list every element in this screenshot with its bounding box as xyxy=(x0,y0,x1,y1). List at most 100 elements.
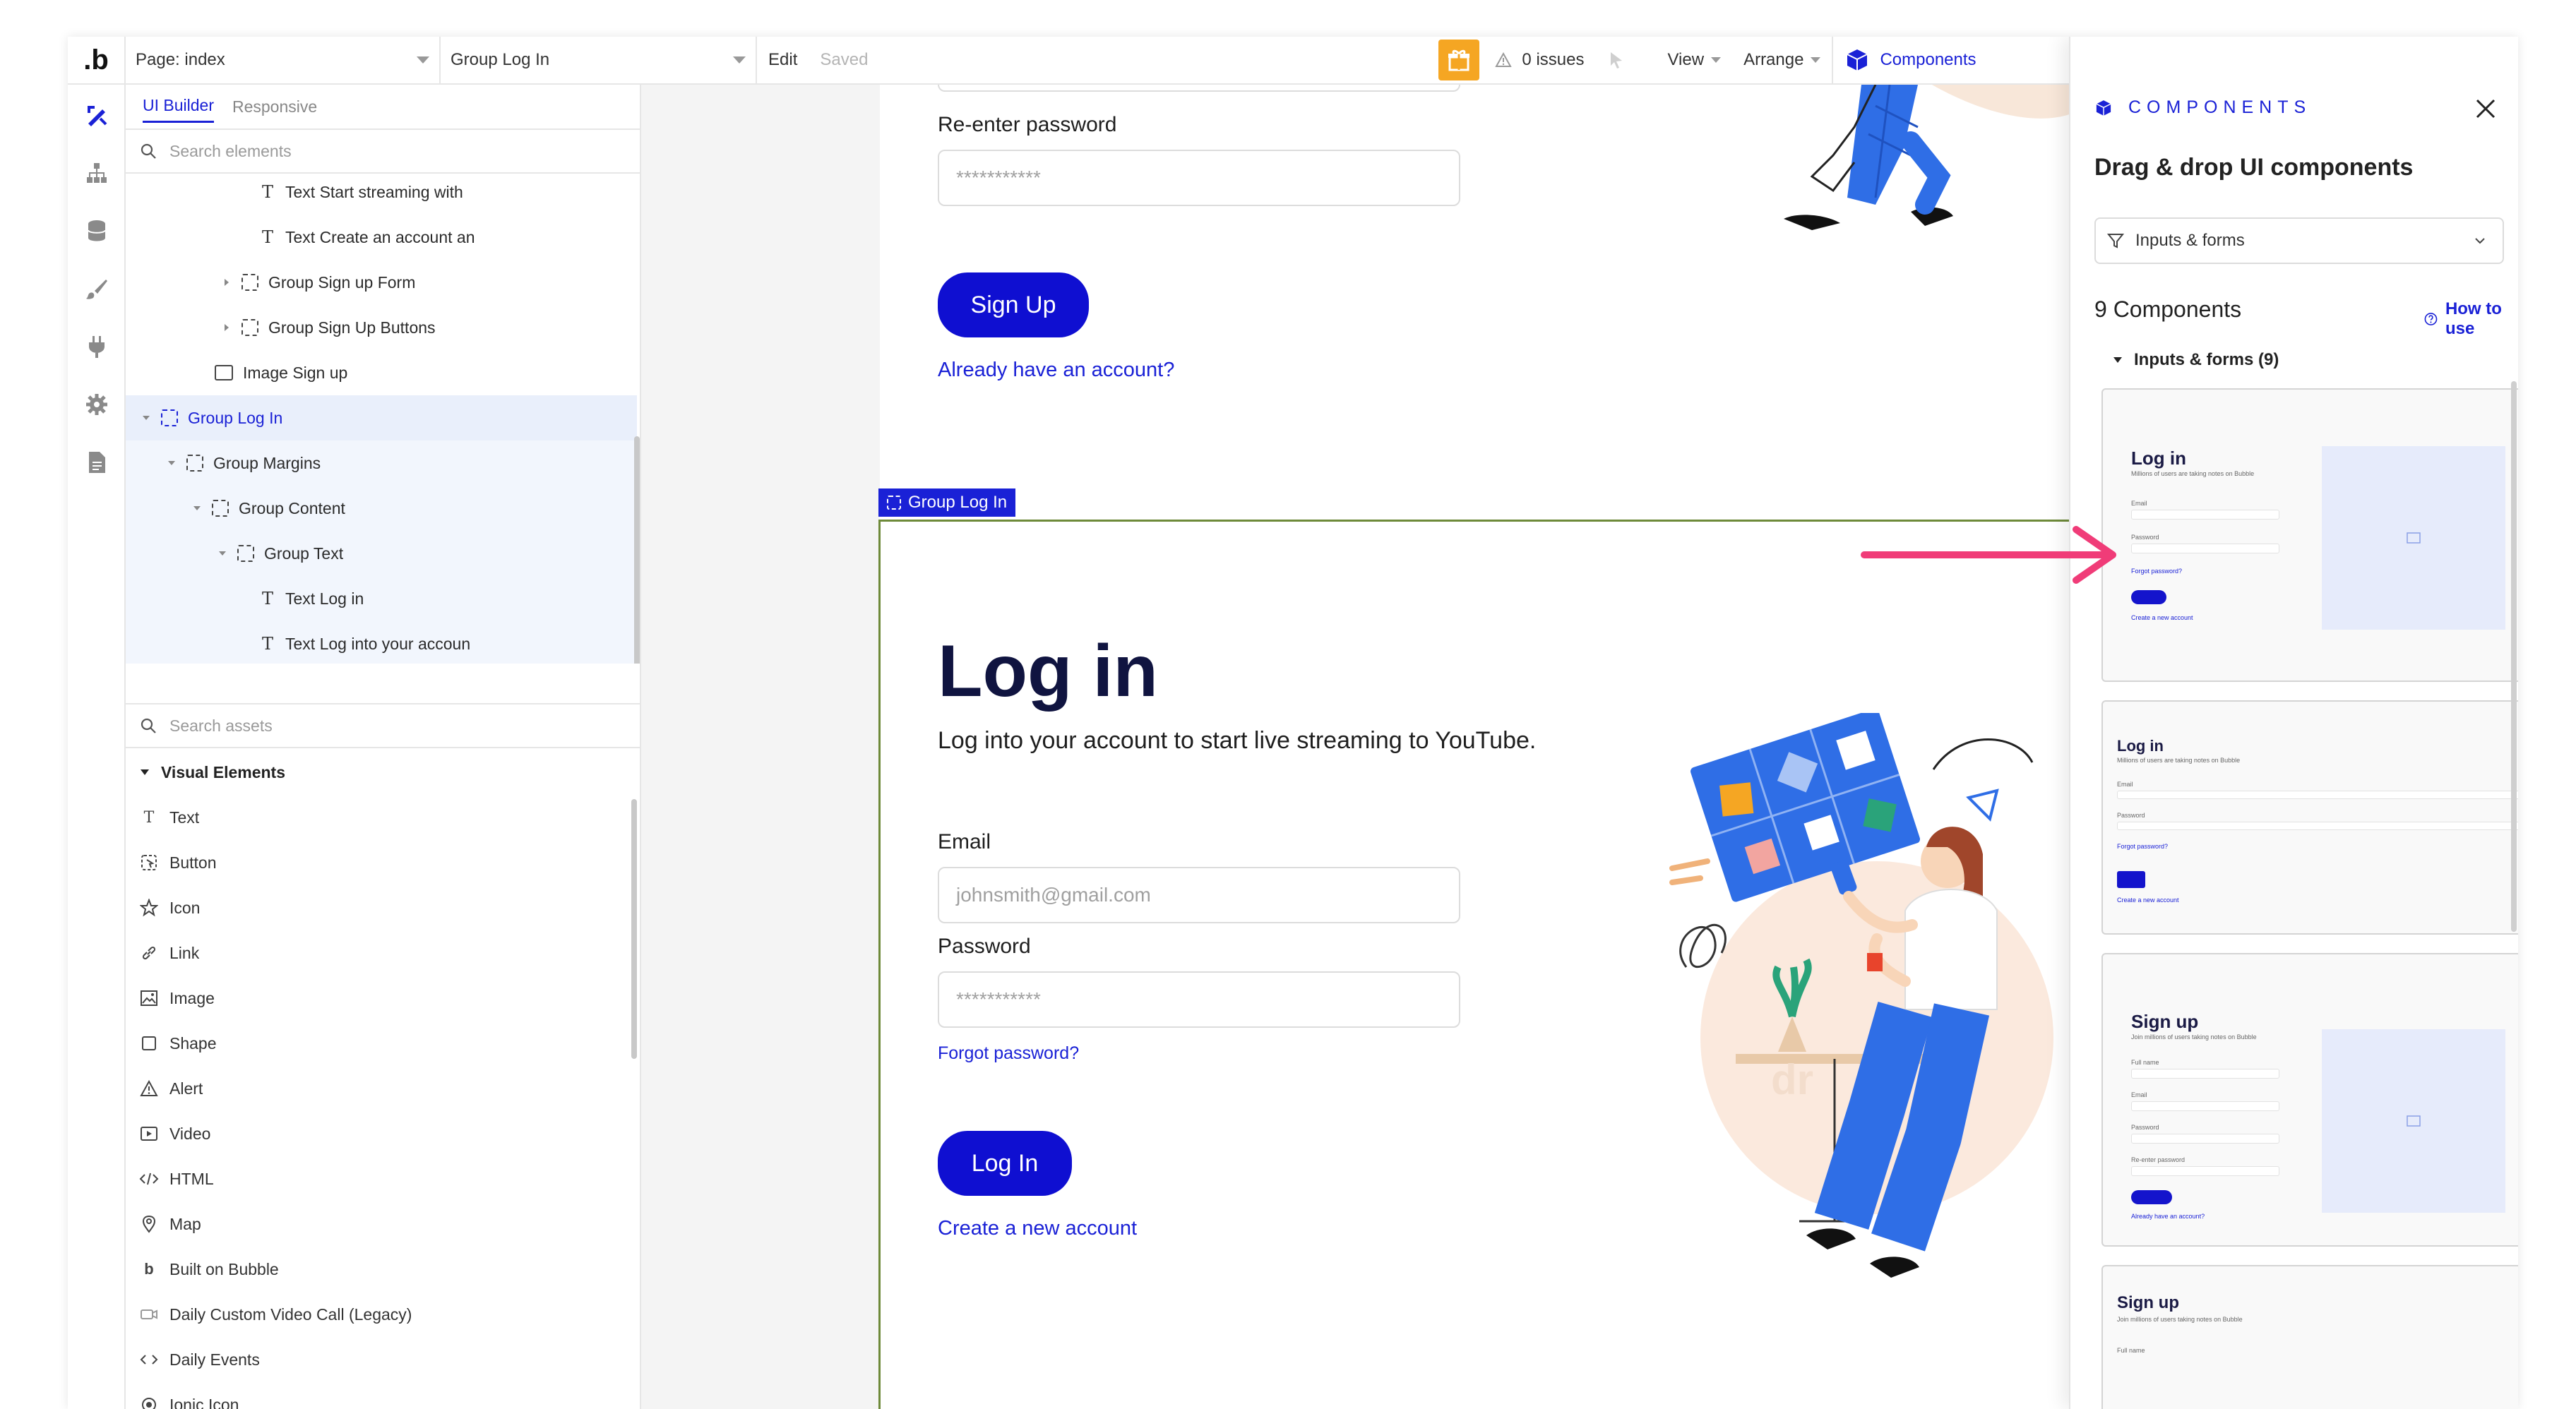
chevron-down-icon xyxy=(733,56,746,64)
reenter-password-input[interactable]: *********** xyxy=(938,150,1460,206)
password-input-edge[interactable] xyxy=(938,85,1460,92)
tab-responsive[interactable]: Responsive xyxy=(232,92,317,122)
component-card-login[interactable]: Log in Millions of users are taking note… xyxy=(2101,388,2518,682)
page-select[interactable]: Page: index xyxy=(126,37,441,84)
arrange-menu[interactable]: Arrange xyxy=(1732,37,1832,84)
ionic-icon xyxy=(138,1394,160,1409)
tree-item[interactable]: Group Margins xyxy=(126,440,637,486)
asset-video[interactable]: Video xyxy=(138,1120,210,1148)
cube-icon xyxy=(1847,49,1868,71)
search-assets[interactable]: Search assets xyxy=(126,703,640,748)
asset-image[interactable]: Image xyxy=(138,984,215,1012)
asset-text[interactable]: T Text xyxy=(138,803,200,832)
asset-ionic-icon[interactable]: Ionic Icon xyxy=(138,1391,239,1409)
chevron-down-icon[interactable] xyxy=(192,503,202,513)
asset-html[interactable]: HTML xyxy=(138,1165,214,1193)
tree-item[interactable]: Group Sign Up Buttons xyxy=(126,305,637,350)
issues-button[interactable]: 0 issues xyxy=(1479,37,1595,84)
how-to-use-link[interactable]: How to use xyxy=(2423,299,2518,339)
asset-label: Video xyxy=(169,1124,211,1143)
asset-label: Shape xyxy=(169,1033,217,1053)
card-input xyxy=(2117,791,2518,799)
tree-item[interactable]: T Text Log in xyxy=(126,576,637,621)
gift-icon[interactable] xyxy=(1438,40,1480,80)
editor-canvas[interactable]: Re-enter password *********** Sign Up Al… xyxy=(641,85,2069,1409)
database-icon[interactable] xyxy=(82,216,112,246)
asset-built-on-bubble[interactable]: b Built on Bubble xyxy=(138,1255,278,1283)
icon-rail xyxy=(68,85,126,1409)
tab-ui-builder[interactable]: UI Builder xyxy=(143,90,214,123)
forgot-password-link[interactable]: Forgot password? xyxy=(938,1043,1079,1064)
tree-item[interactable]: Group Content xyxy=(126,486,637,531)
asset-button[interactable]: Button xyxy=(138,849,217,877)
password-input[interactable]: *********** xyxy=(938,971,1460,1028)
chevron-down-icon xyxy=(417,56,429,64)
email-placeholder: johnsmith@gmail.com xyxy=(956,884,1151,906)
bubble-logo-icon[interactable]: .b xyxy=(68,37,126,84)
tree-item[interactable]: Group Text xyxy=(126,531,637,576)
tree-item[interactable]: T Text Create an account an xyxy=(126,215,637,260)
group-log-in-tag[interactable]: Group Log In xyxy=(878,488,1016,517)
component-card-signup-2[interactable]: Sign up Join millions of users taking no… xyxy=(2101,1265,2518,1409)
design-tools-icon[interactable] xyxy=(82,100,112,130)
element-select[interactable]: Group Log In xyxy=(441,37,757,84)
plugin-icon[interactable] xyxy=(82,332,112,361)
tree-item[interactable]: T Text Start streaming with xyxy=(126,174,637,215)
saved-status: Saved xyxy=(820,50,869,69)
bubble-editor-window: .b Page: index Group Log In Edit Saved 0… xyxy=(68,37,2518,1409)
components-scrollbar[interactable] xyxy=(2511,381,2517,932)
section-inputs-forms[interactable]: Inputs & forms (9) xyxy=(2113,350,2279,370)
tree-item[interactable]: Group Sign up Form xyxy=(126,260,637,305)
asset-daily-video[interactable]: Daily Custom Video Call (Legacy) xyxy=(138,1300,412,1329)
close-icon[interactable] xyxy=(2473,96,2501,124)
already-account-link[interactable]: Already have an account? xyxy=(938,359,1174,382)
create-account-link[interactable]: Create a new account xyxy=(938,1217,1137,1240)
chevron-right-icon[interactable] xyxy=(222,277,232,287)
tree-item-label: Text Create an account an xyxy=(285,227,475,246)
asset-alert[interactable]: Alert xyxy=(138,1074,203,1103)
reenter-password-label: Re-enter password xyxy=(938,113,1117,136)
inspect-cursor-icon[interactable] xyxy=(1595,37,1639,84)
chevron-down-icon[interactable] xyxy=(167,458,177,468)
search-elements[interactable]: Search elements xyxy=(126,130,640,174)
asset-daily-events[interactable]: Daily Events xyxy=(138,1345,260,1374)
group-tag-label: Group Log In xyxy=(908,493,1008,512)
chevron-right-icon[interactable] xyxy=(222,323,232,332)
sitemap-icon[interactable] xyxy=(82,158,112,188)
signup-button[interactable]: Sign Up xyxy=(938,272,1089,337)
view-menu[interactable]: View xyxy=(1639,37,1732,84)
chevron-down-icon[interactable] xyxy=(217,548,227,558)
chevron-down-icon xyxy=(141,769,149,775)
tree-item-selected[interactable]: Group Log In xyxy=(126,395,637,440)
asset-icon[interactable]: Icon xyxy=(138,894,200,922)
page-preview[interactable]: Re-enter password *********** Sign Up Al… xyxy=(878,85,2069,1409)
tree-item[interactable]: Image Sign up xyxy=(126,350,637,395)
email-label: Email xyxy=(938,830,991,853)
card-input xyxy=(2131,510,2279,520)
image-icon xyxy=(215,365,233,380)
gear-icon[interactable] xyxy=(82,390,112,419)
email-input[interactable]: johnsmith@gmail.com xyxy=(938,867,1460,923)
group-icon xyxy=(237,545,254,562)
component-card-login-2[interactable]: Log in Millions of users are taking note… xyxy=(2101,700,2518,935)
component-card-signup[interactable]: Sign up Join millions of users taking no… xyxy=(2101,953,2518,1247)
asset-shape[interactable]: Shape xyxy=(138,1029,217,1057)
asset-map[interactable]: Map xyxy=(138,1210,201,1238)
asset-link[interactable]: Link xyxy=(138,939,199,967)
brush-icon[interactable] xyxy=(82,274,112,304)
tree-item-label: Group Log In xyxy=(188,408,283,427)
components-button[interactable]: Components xyxy=(1833,37,1987,84)
components-panel: COMPONENTS Drag & drop UI components Inp… xyxy=(2069,37,2518,1409)
edit-menu[interactable]: Edit xyxy=(757,37,809,84)
category-filter-select[interactable]: Inputs & forms xyxy=(2094,217,2504,264)
assets-scrollbar[interactable] xyxy=(631,799,637,1059)
tree-item[interactable]: T Text Log into your accoun xyxy=(126,621,637,664)
login-button[interactable]: Log In xyxy=(938,1131,1072,1196)
image-icon xyxy=(2407,1115,2421,1127)
document-icon[interactable] xyxy=(82,448,112,477)
chevron-down-icon[interactable] xyxy=(141,413,151,423)
tree-scrollbar[interactable] xyxy=(634,436,640,664)
card-footer-link: Already have an account? xyxy=(2131,1213,2205,1220)
visual-elements-header[interactable]: Visual Elements xyxy=(140,758,285,786)
card-image-placeholder xyxy=(2322,446,2505,630)
